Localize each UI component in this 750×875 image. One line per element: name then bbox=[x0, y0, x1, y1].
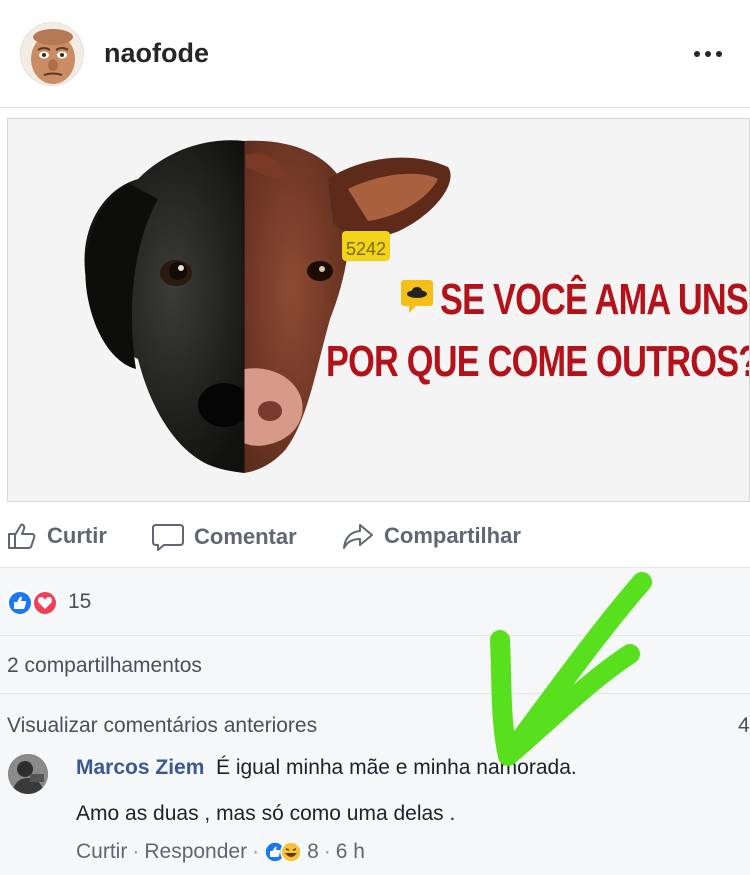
share-button[interactable]: Compartilhar bbox=[342, 522, 521, 550]
comment-avatar[interactable] bbox=[8, 754, 48, 794]
shares-count-row[interactable]: 2 compartilhamentos bbox=[0, 636, 750, 694]
comment-meta: Curtir · Responder · 8 · 6 h bbox=[76, 840, 365, 864]
post-actions-bar: Curtir Comentar Compartilhar bbox=[0, 512, 750, 568]
comments-section: Visualizar comentários anteriores 4 Marc… bbox=[0, 694, 750, 875]
comment-icon bbox=[152, 524, 184, 551]
instagram-post-header: naofode bbox=[0, 0, 750, 108]
facebook-post-screenshot: 5242 SE VOCÊ AMA UNS, POR QUE COME OUTRO… bbox=[0, 108, 750, 875]
speech-bubble-icon bbox=[401, 280, 433, 313]
view-previous-comments-link[interactable]: Visualizar comentários anteriores bbox=[7, 714, 317, 738]
image-slogan-line2: POR QUE COME OUTROS? bbox=[326, 337, 750, 386]
comment-button[interactable]: Comentar bbox=[152, 522, 297, 552]
comment-reaction-count: 8 bbox=[307, 840, 319, 863]
comment-time: 6 h bbox=[335, 840, 365, 863]
like-label: Curtir bbox=[47, 523, 107, 548]
comment-reply-link[interactable]: Responder bbox=[144, 840, 247, 864]
ear-tag-number: 5242 bbox=[346, 239, 386, 259]
avatar[interactable] bbox=[20, 22, 84, 86]
comment-label: Comentar bbox=[194, 524, 297, 549]
comment-text-line2: Amo as duas , mas só como uma delas . bbox=[76, 802, 456, 825]
reaction-icons bbox=[7, 590, 58, 616]
image-slogan-line1: SE VOCÊ AMA UNS, bbox=[440, 275, 750, 324]
comment-author[interactable]: Marcos Ziem bbox=[76, 756, 204, 780]
comment-like-link[interactable]: Curtir bbox=[76, 840, 127, 864]
love-icon bbox=[32, 590, 58, 616]
thumbs-up-icon bbox=[8, 523, 36, 549]
haha-icon bbox=[280, 841, 302, 863]
person-avatar-icon bbox=[8, 754, 48, 794]
share-label: Compartilhar bbox=[384, 523, 521, 548]
like-icon bbox=[7, 590, 33, 616]
post-image: 5242 SE VOCÊ AMA UNS, POR QUE COME OUTRO… bbox=[7, 118, 750, 502]
caricature-avatar-icon bbox=[21, 23, 83, 85]
like-button[interactable]: Curtir bbox=[7, 522, 107, 550]
reactions-summary[interactable]: 15 bbox=[0, 568, 750, 636]
share-arrow-icon bbox=[343, 524, 373, 549]
previous-comments-count: 4 bbox=[738, 714, 750, 737]
more-options-icon[interactable] bbox=[688, 40, 728, 68]
comment-reaction-icons[interactable] bbox=[264, 840, 302, 864]
comment-text-line1: É igual minha mãe e minha namorada. bbox=[216, 756, 577, 779]
shares-label: 2 compartilhamentos bbox=[7, 654, 202, 677]
reaction-count: 15 bbox=[68, 590, 92, 613]
username[interactable]: naofode bbox=[104, 38, 209, 69]
